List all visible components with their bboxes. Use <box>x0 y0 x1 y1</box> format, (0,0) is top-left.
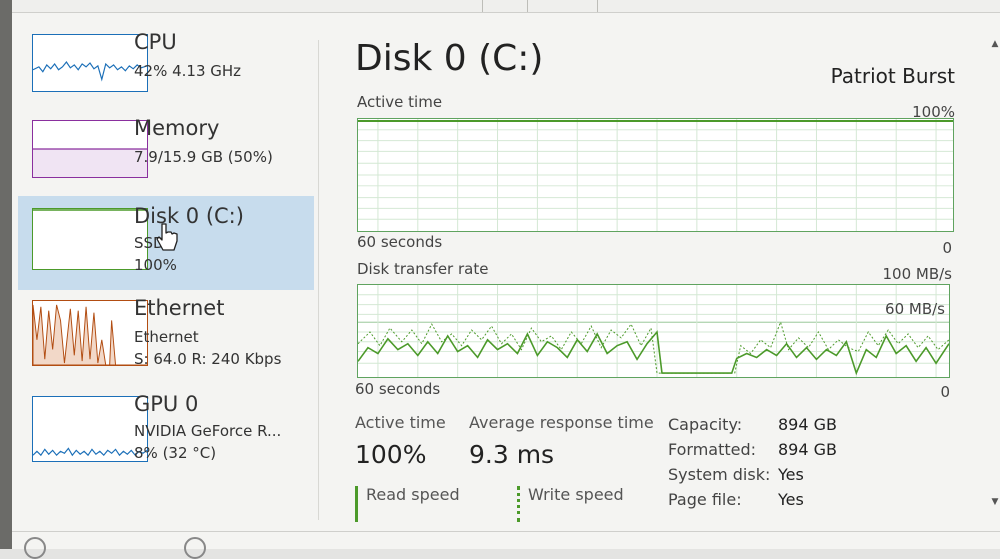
formatted-key: Formatted: <box>668 440 757 459</box>
sidebar-item-cpu[interactable]: CPU 42% 4.13 GHz <box>18 26 314 114</box>
sidebar-item-memory[interactable]: Memory 7.9/15.9 GB (50%) <box>18 112 314 200</box>
sidebar-item-title: GPU 0 <box>134 392 199 416</box>
active-time-stat-value: 100% <box>355 440 427 469</box>
active-time-graph <box>357 118 954 232</box>
mouse-pointer-hand-icon <box>156 223 178 251</box>
transfer-rate-duration-label: 60 seconds <box>355 380 441 398</box>
tab-divider <box>527 0 528 12</box>
sidebar-item-disk-0[interactable]: Disk 0 (C:) SSD 100% <box>18 196 314 290</box>
sidebar-item-title: Memory <box>134 116 220 140</box>
transfer-rate-mid-label: 60 MB/s <box>885 300 945 318</box>
page-file-value: Yes <box>778 490 804 509</box>
transfer-rate-min-label: 0 <box>940 383 950 401</box>
page-title: Disk 0 (C:) <box>355 38 544 79</box>
transfer-rate-max-label: 100 MB/s <box>882 265 953 283</box>
sidebar-item-usage: 8% (32 °C) <box>134 444 217 462</box>
sidebar-item-detail: NVIDIA GeForce R... <box>134 422 282 440</box>
sidebar-item-detail: 42% 4.13 GHz <box>134 62 242 80</box>
formatted-value: 894 GB <box>778 440 837 459</box>
transfer-rate-graph <box>357 284 950 378</box>
sidebar-item-title: CPU <box>134 30 177 54</box>
write-speed-legend-line <box>517 486 520 522</box>
tab-divider <box>482 0 483 12</box>
footer-divider <box>12 531 1000 532</box>
scroll-down-icon[interactable]: ▼ <box>990 496 1000 508</box>
transfer-rate-graph-label: Disk transfer rate <box>357 260 489 278</box>
avg-response-time-value: 9.3 ms <box>469 440 555 469</box>
active-time-min-label: 0 <box>942 239 952 257</box>
write-speed-label: Write speed <box>528 485 624 504</box>
fewer-details-icon[interactable] <box>24 537 46 559</box>
cpu-thumbnail-graph <box>32 34 148 92</box>
device-model: Patriot Burst <box>830 64 955 88</box>
sidebar-item-detail: Ethernet <box>134 328 199 346</box>
page-file-key: Page file: <box>668 490 742 509</box>
capacity-key: Capacity: <box>668 415 743 434</box>
read-speed-label: Read speed <box>366 485 460 504</box>
sidebar-item-title: Disk 0 (C:) <box>134 204 244 228</box>
capacity-value: 894 GB <box>778 415 837 434</box>
sidebar-item-usage: 100% <box>134 256 177 274</box>
sidebar-item-title: Ethernet <box>134 296 225 320</box>
sidebar-item-throughput: S: 64.0 R: 240 Kbps <box>134 350 282 368</box>
sidebar-item-detail: 7.9/15.9 GB (50%) <box>134 148 273 166</box>
active-time-stat-label: Active time <box>355 413 446 432</box>
sidebar-item-ethernet[interactable]: Ethernet Ethernet S: 64.0 R: 240 Kbps <box>18 292 314 380</box>
system-disk-key: System disk: <box>668 465 771 484</box>
main-scrollbar[interactable]: ▲ ▼ <box>990 38 1000 508</box>
memory-thumbnail-graph <box>32 120 148 178</box>
resource-monitor-icon[interactable] <box>184 537 206 559</box>
pane-divider <box>318 40 319 520</box>
disk-thumbnail-graph <box>32 208 148 270</box>
tab-divider <box>597 0 598 12</box>
active-time-graph-label: Active time <box>357 93 443 111</box>
ethernet-thumbnail-graph <box>32 300 148 366</box>
tab-strip <box>12 0 1000 13</box>
sidebar-item-gpu-0[interactable]: GPU 0 NVIDIA GeForce R... 8% (32 °C) <box>18 388 314 476</box>
scroll-up-icon[interactable]: ▲ <box>990 38 1000 50</box>
system-disk-value: Yes <box>778 465 804 484</box>
screen-bezel <box>0 0 12 549</box>
avg-response-time-label: Average response time <box>469 413 654 432</box>
read-speed-legend-line <box>355 486 358 522</box>
active-time-duration-label: 60 seconds <box>357 233 443 251</box>
gpu-thumbnail-graph <box>32 396 148 462</box>
